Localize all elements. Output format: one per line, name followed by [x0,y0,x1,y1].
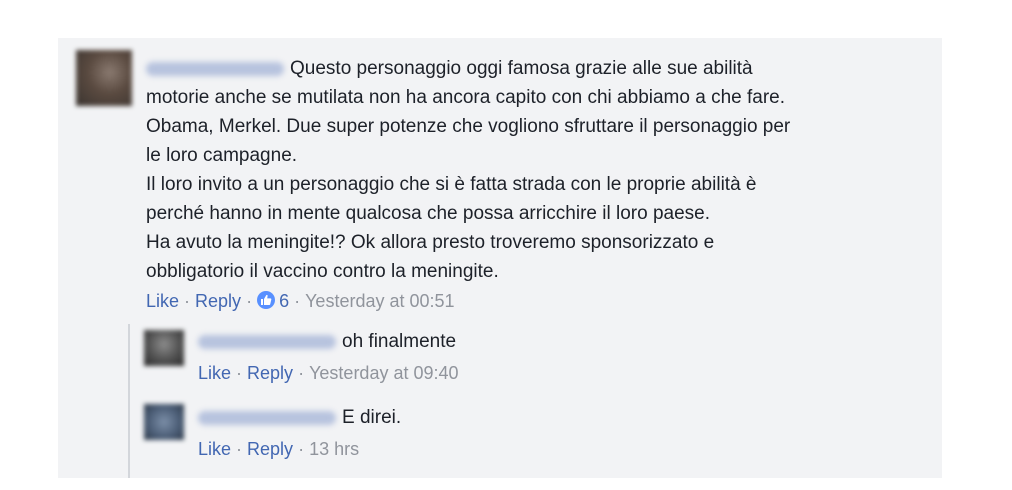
comment-line: motorie anche se mutilata non ha ancora … [146,87,785,108]
reply-timestamp[interactable]: 13 hrs [309,439,359,459]
separator-dot: · [294,291,301,311]
reaction-summary[interactable]: 6 [257,291,289,311]
comment-line: Ha avuto la meningite!? Ok allora presto… [146,232,715,253]
separator-dot: · [246,291,253,311]
separator-dot: · [236,439,243,459]
comment-line: obbligatorio il vaccino contro la mening… [146,261,499,282]
comment-line: le loro campagne. [146,145,298,166]
comment-line: perché hanno in mente qualcosa che possa… [146,203,710,224]
reaction-count: 6 [279,291,290,311]
like-link[interactable]: Like [198,439,231,459]
reply-body: E direi. [198,407,401,429]
comment-body: Questo personaggio oggi famosa grazie al… [146,54,906,286]
comment-actions: Like · Reply · 6 · Yesterday at 00:51 [146,291,455,312]
separator-dot: · [298,439,305,459]
reply-author-blurred[interactable] [198,334,336,349]
like-link[interactable]: Like [198,363,231,383]
reply-actions: Like · Reply · 13 hrs [198,439,359,460]
commenter-avatar[interactable] [76,50,132,106]
reply-author-blurred[interactable] [198,410,336,425]
reply-link[interactable]: Reply [195,291,241,311]
reply-body: oh finalmente [198,331,456,353]
comment-line-text: Questo personaggio oggi famosa grazie al… [290,58,753,79]
comment-timestamp[interactable]: Yesterday at 00:51 [305,291,454,311]
like-link[interactable]: Like [146,291,179,311]
reply-thread-line [128,324,130,478]
separator-dot: · [298,363,305,383]
reply-text: oh finalmente [342,331,457,352]
comment-line: Obama, Merkel. Due super potenze che vog… [146,116,791,137]
thumbs-up-icon [257,291,276,309]
reply-avatar[interactable] [144,404,184,440]
reply-actions: Like · Reply · Yesterday at 09:40 [198,363,459,384]
comment-line: Il loro invito a un personaggio che si è… [146,174,757,195]
commenter-name-blurred[interactable] [146,61,284,76]
separator-dot: · [236,363,243,383]
reply-text: E direi. [342,407,402,428]
reply-link[interactable]: Reply [247,439,293,459]
comment-line: Questo personaggio oggi famosa grazie al… [146,54,906,83]
separator-dot: · [184,291,191,311]
reply-avatar[interactable] [144,330,184,366]
reply-timestamp[interactable]: Yesterday at 09:40 [309,363,458,383]
reply-link[interactable]: Reply [247,363,293,383]
